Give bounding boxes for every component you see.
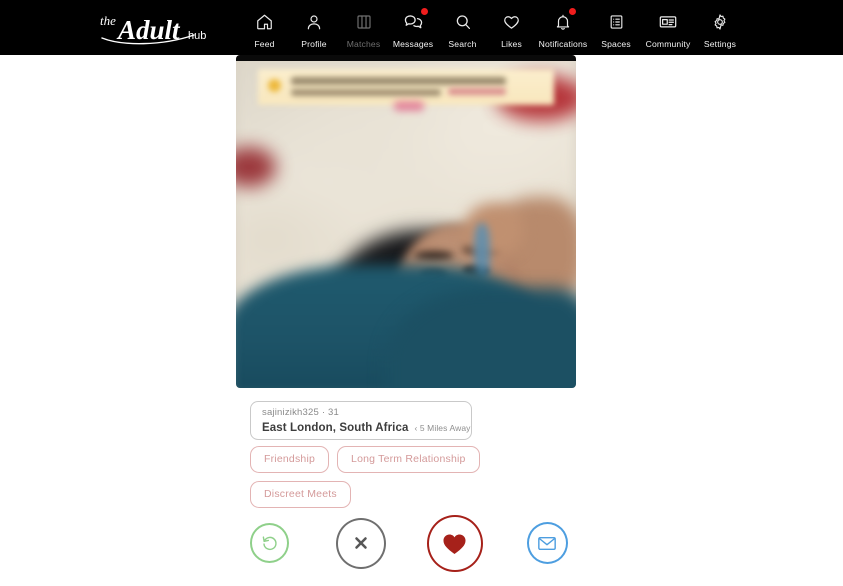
profile-username-age: sajinizikh325 · 31 [262, 407, 340, 418]
like-button[interactable] [427, 514, 483, 572]
svg-text:the: the [100, 13, 116, 28]
bell-icon [554, 7, 576, 33]
top-navigation-bar: the Adult hub Feed Profile Matches Messa… [0, 0, 843, 55]
heart-icon [502, 11, 521, 33]
person-icon [305, 11, 323, 33]
app-page: the Adult hub Feed Profile Matches Messa… [0, 0, 843, 586]
pass-button[interactable] [336, 517, 387, 569]
photo-blur-detail [394, 101, 424, 111]
profile-name-card: sajinizikh325 · 31 East London, South Af… [250, 401, 472, 440]
undo-button[interactable] [250, 523, 290, 563]
profile-location: East London, South Africa [262, 422, 409, 434]
tag-friendship[interactable]: Friendship [250, 446, 330, 473]
message-button[interactable] [526, 522, 568, 564]
photo-overlay-banner [448, 88, 506, 95]
rewind-icon [261, 534, 279, 552]
photo-overlay-banner [291, 89, 441, 96]
nav-item-notifications[interactable]: Notifications [536, 7, 590, 49]
chat-bubbles-icon [403, 7, 428, 33]
nav-item-feed[interactable]: Feed [240, 7, 289, 49]
the-adult-hub-logo[interactable]: the Adult hub [96, 8, 216, 48]
main-nav: Feed Profile Matches Messages Search Lik… [240, 0, 746, 55]
envelope-icon [537, 535, 557, 552]
photo-blur-detail [464, 203, 524, 257]
photo-blur-detail [414, 251, 454, 260]
nav-item-community[interactable]: Community [642, 7, 694, 49]
profile-interest-tags: Friendship Long Term Relationship Discre… [250, 446, 580, 508]
photo-overlay-banner [291, 77, 506, 85]
nav-label-settings: Settings [703, 38, 737, 49]
close-x-icon [352, 534, 370, 552]
profile-distance: ‹ 5 Miles Away [414, 423, 471, 433]
messages-badge-dot [420, 7, 428, 15]
news-card-icon [658, 11, 678, 33]
nav-item-profile[interactable]: Profile [289, 7, 339, 49]
nav-label-spaces: Spaces [601, 38, 631, 49]
tag-discreet-meets[interactable]: Discreet Meets [250, 481, 351, 508]
nav-label-likes: Likes [501, 38, 522, 49]
photo-top-strip [236, 55, 576, 61]
nav-label-feed: Feed [254, 38, 275, 49]
nav-item-settings[interactable]: Settings [694, 7, 746, 49]
tag-long-term-relationship[interactable]: Long Term Relationship [337, 446, 480, 473]
photo-overlay-banner [258, 69, 554, 105]
swipe-action-bar [248, 512, 568, 574]
photo-overlay-banner [268, 79, 281, 92]
home-icon [255, 11, 274, 33]
nav-item-matches[interactable]: Matches [339, 7, 388, 49]
search-icon [454, 11, 472, 33]
nav-label-profile: Profile [301, 38, 327, 49]
cards-icon [355, 11, 373, 33]
nav-label-matches: Matches [346, 38, 381, 49]
gear-icon [711, 11, 729, 33]
nav-item-likes[interactable]: Likes [487, 7, 536, 49]
notifications-badge-dot [569, 7, 576, 15]
nav-label-community: Community [645, 38, 691, 49]
list-document-icon [608, 11, 625, 33]
heart-icon [440, 530, 469, 557]
nav-item-spaces[interactable]: Spaces [590, 7, 642, 49]
profile-location-row: East London, South Africa ‹ 5 Miles Away [262, 421, 470, 435]
nav-item-search[interactable]: Search [438, 7, 487, 49]
nav-item-messages[interactable]: Messages [388, 7, 438, 49]
nav-label-notifications: Notifications [538, 38, 588, 49]
nav-label-messages: Messages [392, 38, 434, 49]
nav-label-search: Search [448, 38, 477, 49]
profile-photo[interactable] [236, 55, 576, 388]
